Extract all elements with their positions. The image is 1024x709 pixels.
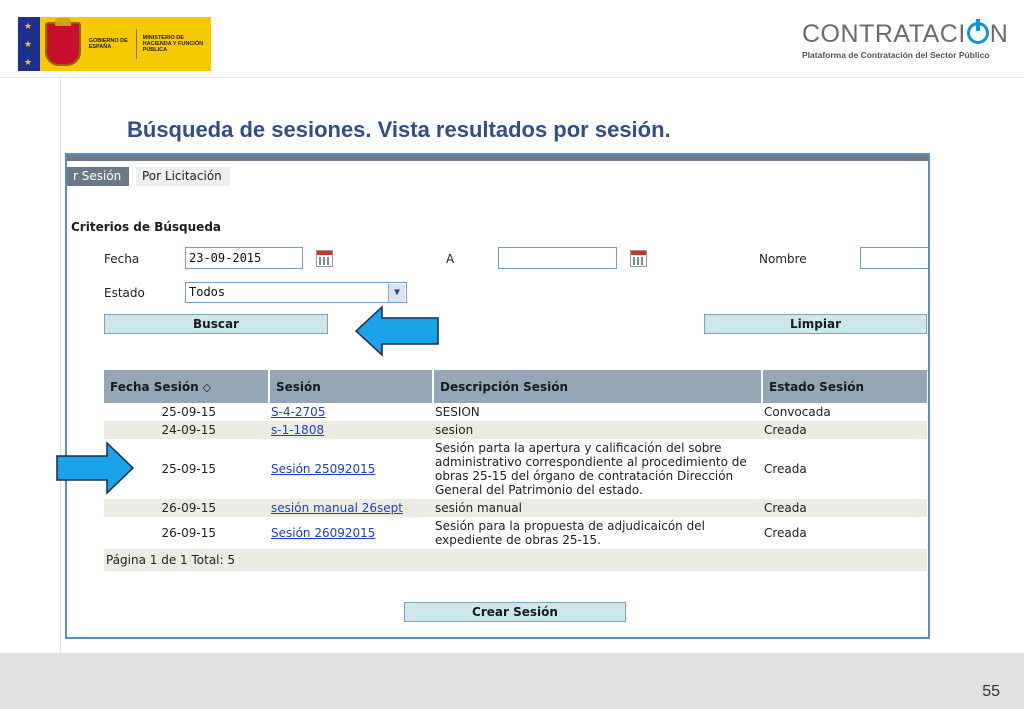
cell-estado: Creada <box>762 421 927 439</box>
table-row: 25-09-15 S-4-2705 SESION Convocada <box>104 403 927 421</box>
brand-subtitle: Plataforma de Contratación del Sector Pú… <box>802 50 990 60</box>
nombre-input[interactable] <box>860 247 928 269</box>
cell-descripcion: SESION <box>435 405 480 419</box>
header-divider <box>0 77 1024 78</box>
a-label: A <box>446 252 455 266</box>
table-row: 24-09-15 s-1-1808 sesion Creada <box>104 421 927 439</box>
column-header-descripcion: Descripción Sesión <box>433 370 763 403</box>
arrow-right-icon <box>56 441 135 495</box>
criteria-title: Criterios de Búsqueda <box>71 220 222 234</box>
cell-sesion: Sesión 26092015 <box>269 517 433 549</box>
slide-title: Búsqueda de sesiones. Vista resultados p… <box>127 117 671 142</box>
fecha-input[interactable]: 23-09-2015 <box>185 247 303 269</box>
government-logo: ★ ★ ★ GOBIERNO DE ESPAÑA MINISTERIO DE H… <box>18 17 211 71</box>
session-link[interactable]: sesión manual 26sept <box>271 501 403 515</box>
session-link[interactable]: Sesión 26092015 <box>271 526 375 540</box>
column-header-sesion: Sesión <box>269 370 434 403</box>
session-link[interactable]: S-4-2705 <box>271 405 325 419</box>
buscar-button[interactable]: Buscar <box>104 314 328 334</box>
power-icon <box>966 19 989 44</box>
cell-estado: Creada <box>764 462 807 476</box>
search-sessions-panel: r Sesión Por Licitación Criterios de Bús… <box>65 153 930 639</box>
cell-sesion: sesión manual 26sept <box>269 499 433 517</box>
table-header-row: Fecha Sesión ◇ Sesión Descripción Sesión … <box>104 370 927 403</box>
cell-fecha: 25-09-15 <box>161 405 216 419</box>
estado-selected-value: Todos <box>189 285 226 299</box>
arrow-left-icon <box>354 305 439 357</box>
cell-descripcion: Sesión parta la apertura y calificación … <box>435 441 747 497</box>
eu-flag-strip: ★ ★ ★ <box>18 17 40 71</box>
nombre-label: Nombre <box>759 252 807 266</box>
calendar-icon[interactable] <box>316 250 333 267</box>
tab-por-sesion[interactable]: r Sesión <box>67 167 129 186</box>
crear-sesion-button[interactable]: Crear Sesión <box>404 602 626 622</box>
cell-sesion: s-1-1808 <box>269 421 433 439</box>
brand-title: CONTRATACI N <box>802 19 1009 48</box>
contratacion-logo: CONTRATACI N Plataforma de Contratación d… <box>802 19 1012 60</box>
left-rule <box>60 78 61 653</box>
table-row: 26-09-15 sesión manual 26sept sesión man… <box>104 499 927 517</box>
cell-fecha: 26-09-15 <box>104 499 269 517</box>
cell-descripcion: Sesión para la propuesta de adjudicaicón… <box>435 519 705 547</box>
gov-text-ministerio: MINISTERIO DE HACIENDA Y FUNCIÓN PÚBLICA <box>142 35 204 53</box>
chevron-down-icon[interactable]: ▼ <box>388 284 405 302</box>
logo-divider <box>135 29 137 59</box>
cell-estado: Creada <box>764 526 807 540</box>
estado-select[interactable]: Todos ▼ <box>185 282 407 303</box>
cell-estado: Convocada <box>764 405 831 419</box>
limpiar-button[interactable]: Limpiar <box>704 314 927 334</box>
table-row: 26-09-15 Sesión 26092015 Sesión para la … <box>104 517 927 549</box>
session-link[interactable]: s-1-1808 <box>271 423 324 437</box>
gov-text-gobierno: GOBIERNO DE ESPAÑA <box>88 38 128 50</box>
session-link[interactable]: Sesión 25092015 <box>271 462 375 476</box>
panel-top-bar <box>67 155 928 161</box>
cell-estado: Creada <box>762 499 927 517</box>
cell-descripcion: sesion <box>433 421 762 439</box>
page-number: 55 <box>982 683 1000 700</box>
cell-descripcion: sesión manual <box>433 499 762 517</box>
column-header-fecha[interactable]: Fecha Sesión ◇ <box>104 370 270 403</box>
footer-bar: 55 <box>0 653 1024 709</box>
tab-por-licitacion[interactable]: Por Licitación <box>136 167 230 186</box>
estado-label: Estado <box>104 286 145 300</box>
sort-icon[interactable]: ◇ <box>203 381 211 394</box>
table-row: 25-09-15 Sesión 25092015 Sesión parta la… <box>104 439 927 499</box>
column-header-estado: Estado Sesión <box>762 370 927 403</box>
cell-sesion: S-4-2705 <box>269 403 433 421</box>
a-date-input[interactable] <box>498 247 617 269</box>
table-footer-row: Página 1 de 1 Total: 5 <box>104 549 927 571</box>
fecha-label: Fecha <box>104 252 140 266</box>
pagination-info: Página 1 de 1 Total: 5 <box>104 549 927 571</box>
cell-fecha: 24-09-15 <box>104 421 269 439</box>
cell-fecha: 26-09-15 <box>161 526 216 540</box>
calendar-icon[interactable] <box>630 250 647 267</box>
coat-of-arms-icon <box>45 18 81 66</box>
sessions-table: Fecha Sesión ◇ Sesión Descripción Sesión … <box>104 370 927 571</box>
cell-sesion: Sesión 25092015 <box>269 439 433 499</box>
slide: ★ ★ ★ GOBIERNO DE ESPAÑA MINISTERIO DE H… <box>0 0 1024 709</box>
